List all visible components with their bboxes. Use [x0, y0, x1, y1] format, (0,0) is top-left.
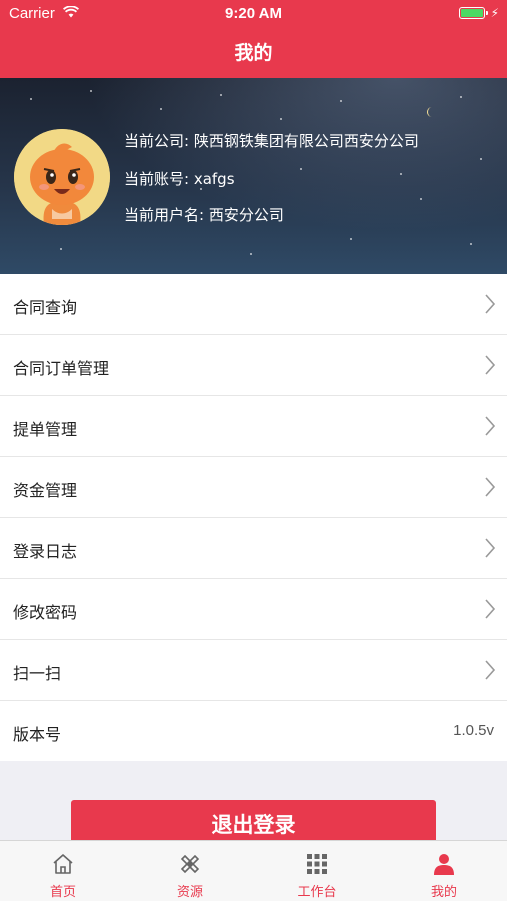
chevron-right-icon: [485, 660, 496, 680]
home-icon: [53, 854, 73, 874]
chevron-right-icon: [485, 416, 496, 436]
chevron-right-icon: [485, 294, 496, 314]
menu-item-bill-of-lading[interactable]: 提单管理: [0, 396, 507, 457]
mascot-avatar-icon: [14, 129, 110, 225]
menu-item-label: 合同订单管理: [13, 359, 110, 378]
chevron-right-icon: [485, 355, 496, 375]
menu-item-label: 资金管理: [13, 481, 78, 500]
menu-item-label: 合同查询: [13, 298, 78, 317]
tab-home[interactable]: 首页: [0, 841, 126, 901]
charging-icon: ⚡: [490, 6, 499, 20]
version-label: 版本号: [13, 725, 62, 744]
current-username: 当前用户名: 西安分公司: [124, 206, 284, 224]
chevron-right-icon: [485, 538, 496, 558]
tab-bar: 首页 资源 工作台 我的: [0, 840, 507, 901]
menu-item-contract-order[interactable]: 合同订单管理: [0, 335, 507, 396]
tab-mine[interactable]: 我的: [381, 841, 507, 901]
menu-item-funds[interactable]: 资金管理: [0, 457, 507, 518]
tab-label: 资源: [176, 885, 203, 900]
tab-label: 首页: [49, 885, 76, 900]
battery-icon: [459, 7, 488, 19]
resource-icon: [180, 854, 200, 874]
menu-item-contract-query[interactable]: 合同查询: [0, 274, 507, 335]
current-company: 当前公司: 陕西钢铁集团有限公司西安分公司: [124, 132, 419, 150]
avatar[interactable]: [14, 129, 110, 225]
user-icon: [434, 854, 454, 875]
tab-workbench[interactable]: 工作台: [254, 841, 380, 901]
app-header: Carrier 9:20 AM ⚡ 我的: [0, 0, 507, 78]
menu-item-login-log[interactable]: 登录日志: [0, 518, 507, 579]
settings-menu: 合同查询 合同订单管理 提单管理 资金管理 登录日志 修改密码 扫一扫 版本号 …: [0, 274, 507, 761]
menu-item-version: 版本号 1.0.5v: [0, 701, 507, 761]
menu-item-scan[interactable]: 扫一扫: [0, 640, 507, 701]
tab-label: 我的: [430, 885, 457, 900]
menu-item-label: 提单管理: [13, 420, 78, 439]
profile-banner: 当前公司: 陕西钢铁集团有限公司西安分公司 当前账号: xafgs 当前用户名:…: [0, 78, 507, 274]
version-value: 1.0.5v: [453, 722, 494, 739]
grid-icon: [307, 854, 327, 874]
menu-item-label: 登录日志: [13, 542, 78, 561]
menu-item-label: 修改密码: [13, 603, 78, 622]
page-title: 我的: [234, 42, 273, 64]
status-bar: Carrier 9:20 AM ⚡: [0, 0, 507, 28]
chevron-right-icon: [485, 599, 496, 619]
clock: 9:20 AM: [225, 5, 282, 22]
menu-item-change-password[interactable]: 修改密码: [0, 579, 507, 640]
chevron-right-icon: [485, 477, 496, 497]
tab-resources[interactable]: 资源: [127, 841, 253, 901]
menu-item-label: 扫一扫: [13, 664, 62, 683]
current-account: 当前账号: xafgs: [124, 170, 235, 188]
moon-icon: [427, 107, 432, 117]
tab-label: 工作台: [297, 885, 337, 900]
